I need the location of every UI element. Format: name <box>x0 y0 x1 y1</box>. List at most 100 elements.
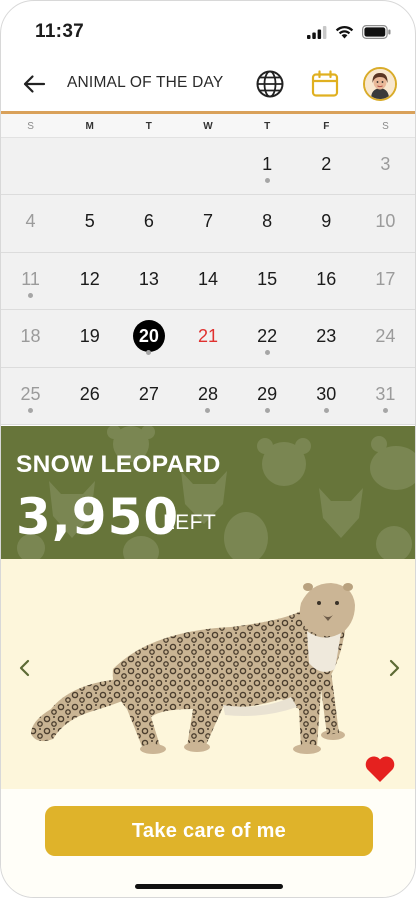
calendar-icon <box>311 70 339 97</box>
calendar-week-row: 25 26 27 28 29 30 31 <box>1 367 415 425</box>
calendar-day[interactable]: 8 <box>238 195 297 251</box>
calendar-day-number: 27 <box>138 383 159 404</box>
arrow-left-icon <box>23 75 46 93</box>
calendar-day-number: 2 <box>321 154 332 174</box>
page-title: ANIMAL OF THE DAY <box>67 74 224 91</box>
calendar-week-row: 18 19 20 21 22 23 24 <box>1 310 415 368</box>
chevron-left-icon <box>19 659 30 677</box>
calendar-day[interactable]: 12 <box>60 253 119 309</box>
calendar-day[interactable]: 22 <box>238 310 297 366</box>
calendar-day[interactable]: 20 <box>119 310 178 366</box>
calendar-day-number: 19 <box>79 326 100 347</box>
previous-image-button[interactable] <box>11 655 37 681</box>
heart-icon[interactable] <box>364 754 396 784</box>
calendar-day-number: 3 <box>380 154 391 174</box>
calendar-day[interactable]: 28 <box>178 368 237 424</box>
calendar-day-number: 29 <box>257 383 278 404</box>
calendar-button[interactable] <box>309 68 341 100</box>
back-button[interactable] <box>19 69 49 99</box>
calendar-day-number: 9 <box>321 211 332 232</box>
calendar-day-number: 17 <box>375 268 396 289</box>
weekday-label: T <box>145 121 152 132</box>
calendar-day[interactable]: 2 <box>297 138 356 194</box>
animal-photo-area <box>1 559 415 789</box>
calendar-day[interactable]: 25 <box>1 368 60 424</box>
weekday-label: T <box>264 121 271 132</box>
calendar-week-row: 11 12 13 14 15 16 17 <box>1 252 415 311</box>
status-time: 11:37 <box>35 21 85 42</box>
status-icons <box>307 25 391 39</box>
phone-screen: 11:37 ANIMAL OF THE DAY S M T W T F S 1 … <box>0 0 416 898</box>
calendar-day[interactable]: 6 <box>119 195 178 251</box>
calendar-day[interactable]: 23 <box>297 310 356 366</box>
calendar-day-number: 8 <box>262 211 273 232</box>
calendar-empty-cell <box>1 138 60 194</box>
event-dot-indicator <box>264 407 270 413</box>
home-indicator <box>135 884 283 889</box>
footer: Take care of me <box>1 789 415 897</box>
calendar-day-number: 11 <box>21 268 40 289</box>
event-dot-indicator <box>264 350 270 356</box>
calendar-day[interactable]: 14 <box>178 253 237 309</box>
weekday-label: S <box>27 121 34 132</box>
weekday-label: S <box>382 121 389 132</box>
calendar-day-number: 22 <box>257 326 278 347</box>
calendar-day[interactable]: 7 <box>178 195 237 251</box>
calendar-day-number: 21 <box>197 326 218 347</box>
calendar-day[interactable]: 16 <box>297 253 356 309</box>
calendar-day[interactable]: 13 <box>119 253 178 309</box>
calendar-day[interactable]: 9 <box>297 195 356 251</box>
event-dot-indicator <box>264 178 270 183</box>
profile-avatar[interactable] <box>363 67 397 101</box>
animal-banner: SNOW LEOPARD 3,950 LEFT <box>1 426 415 559</box>
calendar-day[interactable]: 1 <box>238 138 297 194</box>
calendar-day[interactable]: 19 <box>60 310 119 366</box>
calendar-day[interactable]: 18 <box>1 310 60 366</box>
signal-icon <box>307 25 327 39</box>
calendar-day[interactable]: 27 <box>119 368 178 424</box>
calendar-day-number: 6 <box>143 211 154 232</box>
calendar-day[interactable]: 30 <box>297 368 356 424</box>
calendar-day[interactable]: 17 <box>356 253 415 309</box>
calendar-empty-cell <box>119 138 178 194</box>
event-dot-indicator <box>28 407 34 413</box>
calendar-day[interactable]: 26 <box>60 368 119 424</box>
calendar-day-number: 28 <box>197 383 218 404</box>
calendar-day-number: 7 <box>202 211 213 232</box>
chevron-right-icon <box>389 659 400 677</box>
language-button[interactable] <box>254 68 286 100</box>
snow-leopard-image <box>31 583 355 754</box>
calendar-day[interactable]: 3 <box>356 138 415 194</box>
calendar-day-number: 26 <box>79 383 100 404</box>
event-dot-indicator <box>28 292 34 298</box>
calendar-day[interactable]: 5 <box>60 195 119 251</box>
calendar-day[interactable]: 29 <box>238 368 297 424</box>
calendar-day[interactable]: 31 <box>356 368 415 424</box>
weekday-label: W <box>203 121 213 132</box>
calendar-day-number: 12 <box>79 268 100 289</box>
next-image-button[interactable] <box>382 655 408 681</box>
calendar-day-number: 30 <box>316 383 337 404</box>
calendar-day[interactable]: 24 <box>356 310 415 366</box>
calendar-day-number: 1 <box>262 154 273 174</box>
calendar-week-row: 4 5 6 7 8 9 10 <box>1 195 415 253</box>
calendar-day-number: 18 <box>20 326 41 347</box>
calendar-day[interactable]: 15 <box>238 253 297 309</box>
status-bar: 11:37 <box>1 1 415 53</box>
calendar-week-row: 1 2 3 <box>1 138 415 196</box>
population-label: LEFT <box>163 511 217 534</box>
animal-name: SNOW LEOPARD <box>16 451 221 478</box>
calendar-day-number: 20 <box>132 320 165 353</box>
calendar-day[interactable]: 4 <box>1 195 60 251</box>
calendar-day-number: 16 <box>316 268 337 289</box>
calendar-day-number: 4 <box>25 211 36 232</box>
globe-icon <box>256 70 284 98</box>
event-dot-indicator <box>382 407 388 413</box>
calendar-day-number: 13 <box>138 268 159 289</box>
take-care-button[interactable]: Take care of me <box>45 806 373 856</box>
calendar-day[interactable]: 10 <box>356 195 415 251</box>
event-dot-indicator <box>146 350 152 356</box>
calendar-day[interactable]: 21 <box>178 310 237 366</box>
calendar-day-number: 15 <box>257 268 278 289</box>
calendar-day[interactable]: 11 <box>1 253 60 309</box>
